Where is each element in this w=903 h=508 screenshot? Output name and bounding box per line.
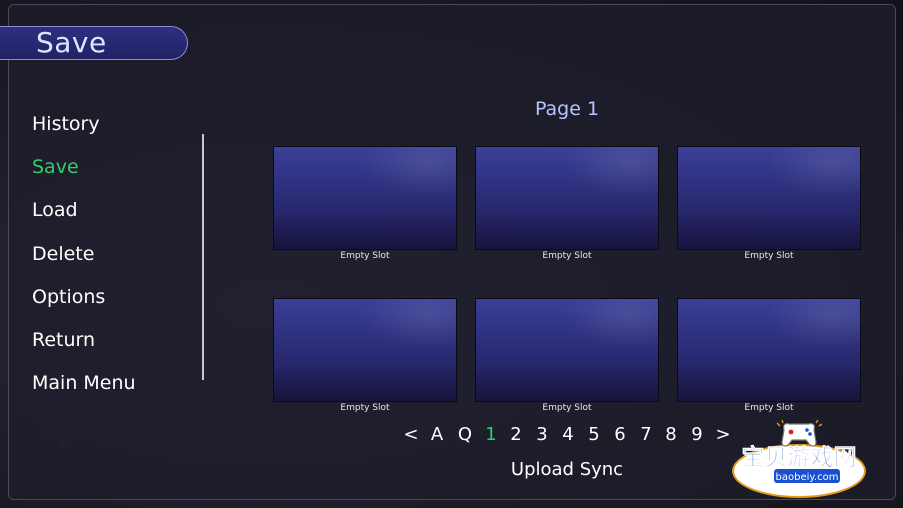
site-watermark-logo: 宝贝游戏网 baobeiy.com — [724, 418, 874, 502]
save-slot-4-label: Empty Slot — [340, 403, 390, 413]
page-2-button[interactable]: 2 — [507, 424, 525, 445]
page-title: Page 1 — [534, 98, 600, 120]
menu-item-return[interactable]: Return — [32, 329, 95, 351]
save-slot-5[interactable] — [475, 298, 659, 402]
save-slot-4[interactable] — [273, 298, 457, 402]
page-3-button[interactable]: 3 — [533, 424, 551, 445]
page-9-button[interactable]: 9 — [688, 424, 706, 445]
page-6-button[interactable]: 6 — [611, 424, 629, 445]
save-slot-6-label: Empty Slot — [744, 403, 794, 413]
menu-item-save[interactable]: Save — [32, 156, 79, 178]
save-slot-5-label: Empty Slot — [542, 403, 592, 413]
menu-divider — [202, 134, 204, 380]
page-8-button[interactable]: 8 — [662, 424, 680, 445]
svg-text:baobeiy.com: baobeiy.com — [776, 472, 839, 483]
page-1-button[interactable]: 1 — [482, 424, 500, 445]
save-slot-2[interactable] — [475, 146, 659, 250]
menu-item-load[interactable]: Load — [32, 199, 78, 221]
menu-item-options[interactable]: Options — [32, 286, 105, 308]
menu-item-delete[interactable]: Delete — [32, 243, 94, 265]
page-auto-button[interactable]: A — [428, 424, 446, 445]
save-slot-3-label: Empty Slot — [744, 251, 794, 261]
screen-title: Save — [36, 26, 107, 59]
page-4-button[interactable]: 4 — [559, 424, 577, 445]
svg-text:宝贝游戏网: 宝贝游戏网 — [742, 444, 857, 471]
page-5-button[interactable]: 5 — [585, 424, 603, 445]
game-screen: ✾ ✾ ✾ Save History Save Load Delete Opti… — [0, 0, 903, 508]
page-prev-button[interactable]: < — [402, 424, 420, 445]
save-slot-1[interactable] — [273, 146, 457, 250]
watermark-text-art: 宝贝游戏网 baobeiy.com — [741, 444, 857, 483]
upload-sync-button[interactable]: Upload Sync — [492, 459, 642, 480]
page-7-button[interactable]: 7 — [637, 424, 655, 445]
save-slot-3[interactable] — [677, 146, 861, 250]
save-slot-2-label: Empty Slot — [542, 251, 592, 261]
menu-item-history[interactable]: History — [32, 113, 100, 135]
menu-item-main-menu[interactable]: Main Menu — [32, 372, 136, 394]
save-slot-1-label: Empty Slot — [340, 251, 390, 261]
save-slot-6[interactable] — [677, 298, 861, 402]
page-quick-button[interactable]: Q — [456, 424, 474, 445]
